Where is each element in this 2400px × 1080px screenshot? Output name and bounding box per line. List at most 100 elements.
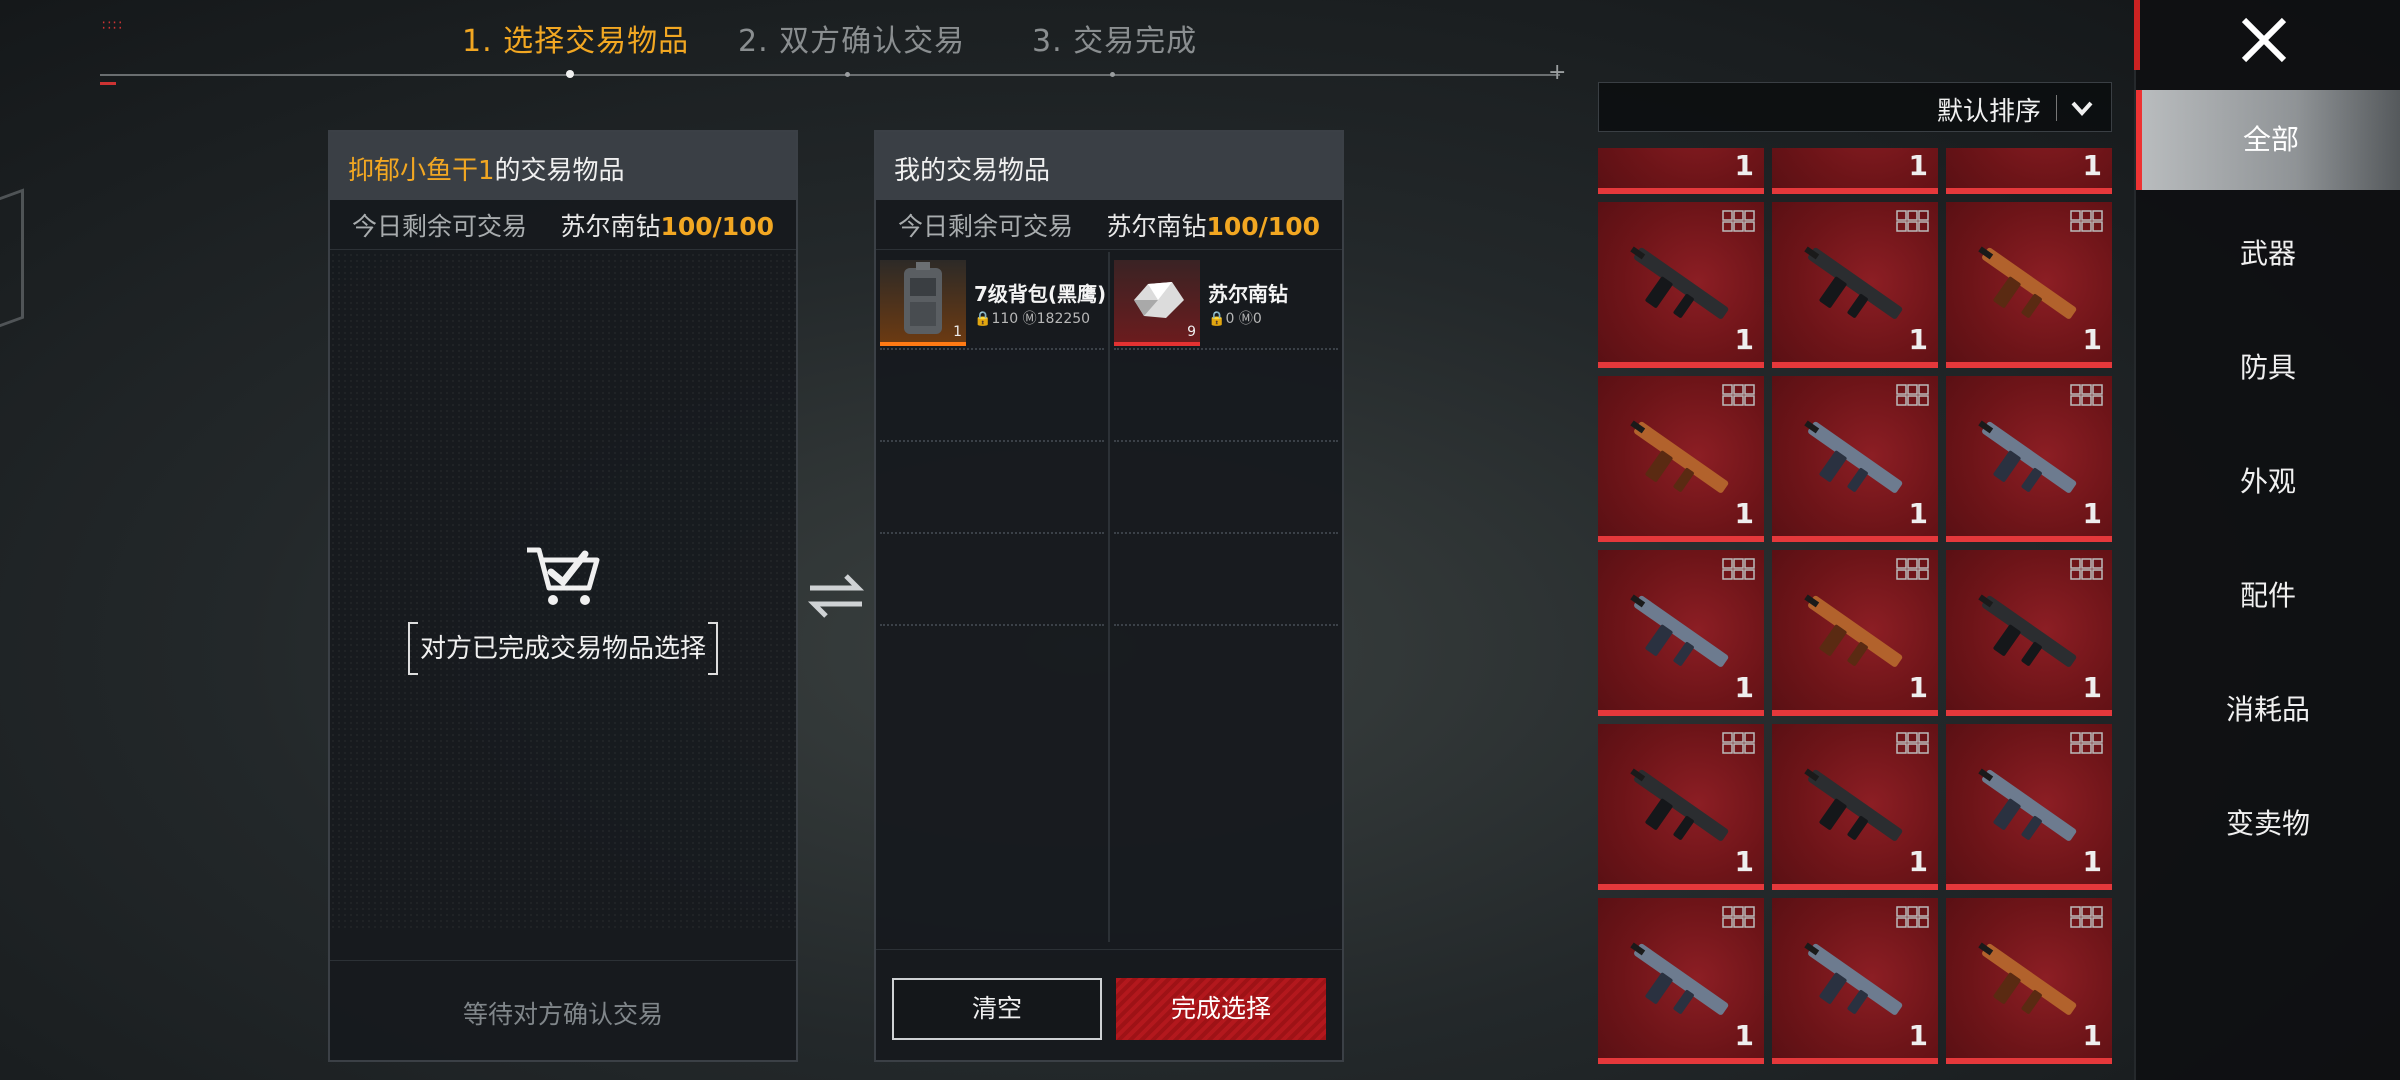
backpack-thumbnail: 1 (880, 260, 966, 346)
category-tab[interactable]: 消耗品 (2136, 660, 2400, 760)
trade-steps: ∷∷ 1. 选择交易物品 2. 双方确认交易 3. 交易完成 + (0, 0, 1600, 90)
lock-icon: 🔒 (974, 311, 992, 327)
partner-panel-title: 抑郁小鱼干1的交易物品 (330, 132, 796, 200)
quota-item-name: 苏尔南钻 (1106, 211, 1207, 241)
partner-name: 抑郁小鱼干1 (348, 156, 495, 186)
inventory-item-cell[interactable]: 1 (1598, 376, 1764, 542)
rifle-icon (1620, 148, 1740, 176)
decor-red-dash (100, 82, 116, 85)
grid-size-icon (2070, 732, 2103, 754)
steps-progress-line (100, 74, 1560, 76)
grid-size-icon (2070, 384, 2103, 406)
grid-size-icon (1722, 558, 1755, 580)
row-divider (1114, 348, 1338, 350)
m-value: 0 (1252, 311, 1262, 327)
grid-size-icon (1722, 732, 1755, 754)
rifle-icon (1804, 594, 1903, 667)
row-divider (1114, 532, 1338, 534)
rifle-icon (1630, 942, 1729, 1015)
category-tab[interactable]: 全部 (2136, 90, 2400, 190)
quota-value-group: 苏尔南钻100/100 (560, 207, 774, 243)
sort-dropdown[interactable]: 默认排序 (1598, 82, 2112, 132)
item-quantity: 1 (1908, 149, 1928, 182)
swap-arrows-icon (806, 568, 866, 628)
item-quantity: 1 (1734, 845, 1754, 878)
lock-value: 0 (1225, 311, 1235, 327)
my-panel-title: 我的交易物品 (876, 132, 1342, 200)
quota-item-name: 苏尔南钻 (560, 211, 661, 241)
grid-divider (1108, 252, 1110, 942)
inventory-item-cell[interactable]: 1 (1772, 148, 1938, 194)
grid-size-icon (1722, 906, 1755, 928)
decor-red-bar (2134, 0, 2140, 70)
item-values: 🔒0 Ⓜ0 (1208, 308, 1262, 328)
close-icon[interactable] (2232, 8, 2296, 72)
rifle-icon (1630, 420, 1729, 493)
sort-separator (2056, 95, 2057, 121)
inventory-item-cell[interactable]: 1 (1598, 148, 1764, 194)
inventory-item-cell[interactable]: 1 (1946, 148, 2112, 194)
inventory-grid: 1 1 1 1 1 1 1 1 1 1 1 1 1 1 1 1 1 1 (1598, 148, 2112, 1080)
partner-quota-row: 今日剩余可交易 苏尔南钻100/100 (330, 200, 796, 250)
rifle-icon (1804, 420, 1903, 493)
grid-size-icon (2070, 210, 2103, 232)
clear-button[interactable]: 清空 (892, 978, 1102, 1040)
rifle-icon (1968, 148, 2088, 176)
inventory-item-cell[interactable]: 1 (1772, 550, 1938, 716)
inventory-item-cell[interactable]: 1 (1598, 898, 1764, 1064)
category-tab[interactable]: 武器 (2136, 204, 2400, 304)
my-items-grid: 1 7级背包(黑鹰) 🔒110 Ⓜ182250 9 苏尔南钻 🔒0 Ⓜ0 (876, 252, 1342, 942)
inventory-item-cell[interactable]: 1 (1772, 724, 1938, 890)
item-quantity: 1 (1908, 1019, 1928, 1052)
my-quota-row: 今日剩余可交易 苏尔南钻100/100 (876, 200, 1342, 250)
trade-item-backpack[interactable]: 1 7级背包(黑鹰) 🔒110 Ⓜ182250 (880, 260, 1106, 348)
step-dot-active (566, 70, 574, 78)
category-tab[interactable]: 配件 (2136, 546, 2400, 646)
category-tab[interactable]: 外观 (2136, 432, 2400, 532)
inventory-item-cell[interactable]: 1 (1598, 202, 1764, 368)
step-dot (1110, 72, 1115, 77)
item-quantity: 1 (2082, 671, 2102, 704)
category-tab[interactable]: 防具 (2136, 318, 2400, 418)
step-select-items: 1. 选择交易物品 (462, 24, 690, 59)
inventory-item-cell[interactable]: 1 (1946, 724, 2112, 890)
item-quantity: 1 (1908, 671, 1928, 704)
rifle-icon (1630, 768, 1729, 841)
partner-status-text: 对方已完成交易物品选择 (407, 622, 719, 675)
inventory-item-cell[interactable]: 1 (1598, 724, 1764, 890)
decor-hex-shape (0, 188, 24, 342)
grid-size-icon (1896, 906, 1929, 928)
inventory-item-cell[interactable]: 1 (1772, 376, 1938, 542)
currency-m-icon: Ⓜ (1022, 311, 1037, 327)
chevron-down-icon[interactable] (2069, 95, 2095, 125)
item-quantity: 1 (2082, 845, 2102, 878)
inventory-item-cell[interactable]: 1 (1772, 202, 1938, 368)
footer-divider (876, 949, 1342, 950)
inventory-item-cell[interactable]: 1 (1946, 202, 2112, 368)
rifle-icon (1804, 942, 1903, 1015)
inventory-item-cell[interactable]: 1 (1772, 898, 1938, 1064)
rifle-icon (1978, 246, 2077, 319)
rifle-icon (1978, 594, 2077, 667)
grid-size-icon (1722, 210, 1755, 232)
inventory-item-cell[interactable]: 1 (1946, 376, 2112, 542)
row-divider (1114, 624, 1338, 626)
rifle-icon (1804, 768, 1903, 841)
item-quantity: 1 (1908, 845, 1928, 878)
inventory-item-cell[interactable]: 1 (1946, 898, 2112, 1064)
my-trade-panel: 我的交易物品 今日剩余可交易 苏尔南钻100/100 1 7级背包(黑鹰) 🔒1… (874, 130, 1344, 1062)
item-quantity: 1 (2082, 323, 2102, 356)
inventory-item-cell[interactable]: 1 (1946, 550, 2112, 716)
grid-size-icon (2070, 558, 2103, 580)
row-divider (880, 440, 1104, 442)
inventory-item-cell[interactable]: 1 (1598, 550, 1764, 716)
item-quantity: 1 (2082, 497, 2102, 530)
quota-value: 100/100 (1206, 211, 1320, 241)
quota-label: 今日剩余可交易 (352, 211, 528, 241)
complete-selection-button[interactable]: 完成选择 (1116, 978, 1326, 1040)
cart-check-icon (330, 544, 796, 612)
item-quantity: 1 (1734, 149, 1754, 182)
grid-size-icon (1896, 558, 1929, 580)
category-tab[interactable]: 变卖物 (2136, 774, 2400, 874)
trade-item-diamond[interactable]: 9 苏尔南钻 🔒0 Ⓜ0 (1114, 260, 1336, 348)
